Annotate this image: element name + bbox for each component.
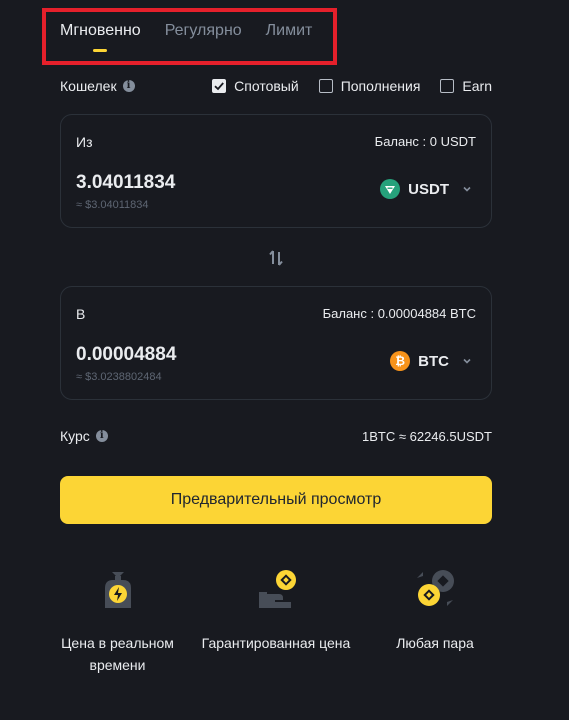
to-card: В Баланс : 0.00004884 BTC 0.00004884 ≈ $…	[60, 286, 492, 400]
from-balance: Баланс : 0 USDT	[374, 134, 476, 149]
feature-guaranteed-price: Гарантированная цена	[196, 566, 356, 654]
wallet-label: Кошелек	[60, 78, 117, 94]
feature-guaranteed-label: Гарантированная цена	[201, 635, 351, 651]
earn-wallet-option[interactable]: Earn	[440, 78, 492, 94]
to-amount-input[interactable]: 0.00004884	[76, 344, 176, 366]
spot-wallet-option[interactable]: Спотовый	[212, 78, 299, 94]
wallet-options: Спотовый Пополнения Earn	[212, 78, 492, 94]
tether-icon	[380, 179, 401, 199]
wallet-label-group: Кошелек i	[60, 78, 135, 94]
bitcoin-icon: ₿	[390, 351, 411, 371]
rate-row: Курс i 1BTC ≈ 62246.5USDT	[60, 428, 492, 444]
feature-realtime-label: Цена в реальном времени	[61, 635, 174, 673]
feature-any-pair-label: Любая пара	[396, 635, 474, 651]
from-coin-select[interactable]: USDT	[380, 179, 473, 199]
chevron-down-icon	[463, 186, 471, 192]
from-label: Из	[76, 134, 93, 150]
feature-realtime-price: Цена в реальном времени	[55, 566, 180, 676]
from-card: Из Баланс : 0 USDT 3.04011834 ≈ $3.04011…	[60, 114, 492, 228]
to-coin-label: BTC	[418, 352, 449, 370]
from-approx-value: ≈ $3.04011834	[76, 199, 149, 211]
info-icon[interactable]: i	[122, 80, 135, 92]
to-approx-value: ≈ $3.0238802484	[76, 371, 162, 383]
spot-checkbox[interactable]	[212, 79, 227, 93]
funding-wallet-option[interactable]: Пополнения	[318, 78, 421, 94]
rate-label: Курс	[60, 428, 90, 444]
lightning-bag-icon	[104, 572, 131, 608]
funding-checkbox[interactable]	[318, 79, 333, 93]
feature-any-pair: Любая пара	[380, 566, 490, 654]
rate-value: 1BTC ≈ 62246.5USDT	[362, 428, 492, 444]
coin-pair-icon	[417, 570, 454, 606]
funding-label: Пополнения	[340, 78, 421, 94]
swap-arrows-icon[interactable]	[266, 248, 286, 268]
hand-coin-icon	[259, 570, 296, 608]
red-highlight-box	[42, 8, 337, 65]
checkmark-icon	[214, 82, 225, 91]
to-balance: Баланс : 0.00004884 BTC	[322, 306, 476, 321]
spot-label: Спотовый	[234, 78, 299, 94]
rate-label-group: Курс i	[60, 428, 108, 444]
wallet-row: Кошелек i Спотовый Пополнения Earn	[60, 76, 492, 96]
info-icon[interactable]: i	[95, 430, 108, 442]
to-label: В	[76, 306, 86, 322]
earn-label: Earn	[462, 78, 492, 94]
preview-button[interactable]: Предварительный просмотр	[60, 476, 492, 524]
to-coin-select[interactable]: ₿ BTC	[390, 351, 473, 371]
from-amount-input[interactable]: 3.04011834	[76, 172, 175, 194]
earn-checkbox[interactable]	[440, 79, 455, 93]
chevron-down-icon	[463, 358, 471, 364]
from-coin-label: USDT	[408, 180, 449, 198]
